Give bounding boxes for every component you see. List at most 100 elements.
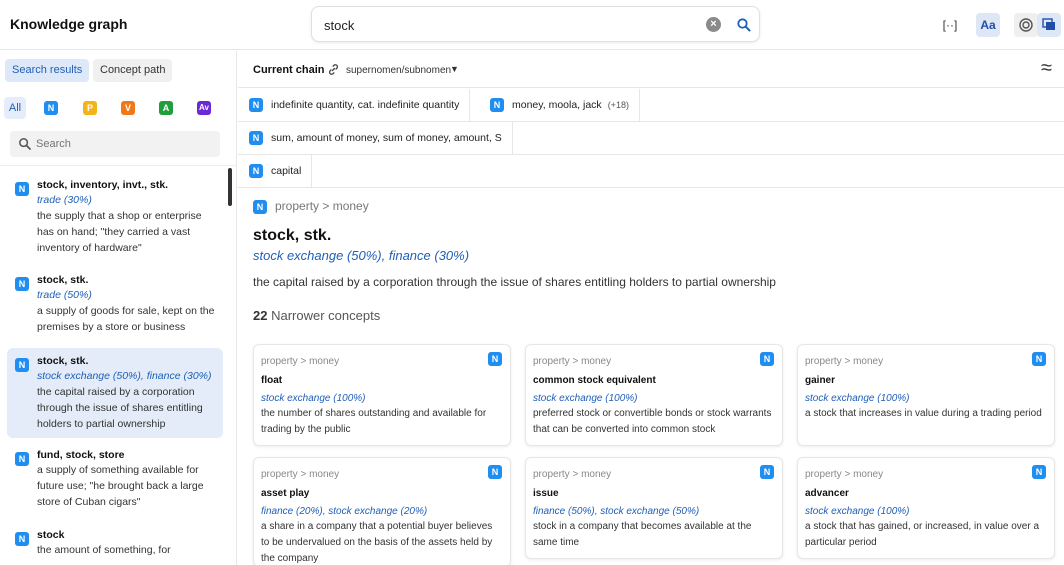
sidebar-search-input[interactable] <box>36 136 206 152</box>
noun-tag-icon: N <box>488 352 502 366</box>
chain-row: N indefinite quantity, cat. indefinite q… <box>238 89 1064 122</box>
breadcrumb: property > money <box>275 199 369 213</box>
font-size-icon[interactable]: Aa <box>976 13 1000 37</box>
card-category: finance (50%), stock exchange (50%) <box>533 506 700 517</box>
noun-tag-icon: N <box>15 358 29 372</box>
filter-verb[interactable]: V <box>117 97 139 119</box>
card-definition: a stock that has gained, or increased, i… <box>805 521 1040 548</box>
card-definition: a stock that increases in value during a… <box>805 408 1042 419</box>
card-category: stock exchange (100%) <box>261 393 366 404</box>
card-category: stock exchange (100%) <box>533 393 638 404</box>
narrower-count: 22 <box>253 308 268 323</box>
chip-more-count: (+18) <box>607 100 629 110</box>
adjective-tag-icon: A <box>159 101 173 116</box>
narrower-card[interactable]: N property > money float stock exchange … <box>253 344 511 446</box>
card-title: float <box>261 375 283 386</box>
tab-search-results[interactable]: Search results <box>5 59 90 82</box>
narrower-heading: 22 Narrower concepts <box>253 308 380 323</box>
filter-noun[interactable]: N <box>40 97 62 119</box>
card-category: stock exchange (100%) <box>805 393 910 404</box>
result-definition: a supply of something available for futu… <box>37 464 204 508</box>
noun-tag-icon: N <box>249 98 263 112</box>
noun-tag-icon: N <box>760 352 774 366</box>
chip-label: sum, amount of money, sum of money, amou… <box>271 132 502 144</box>
clear-search-icon[interactable]: × <box>706 17 721 32</box>
narrower-card[interactable]: N property > money gainer stock exchange… <box>797 344 1055 446</box>
result-title: stock, stk. <box>37 274 89 286</box>
result-definition: the capital raised by a corporation thro… <box>37 386 203 430</box>
chip-label: money, moola, jack <box>512 99 602 111</box>
card-breadcrumb: property > money <box>805 469 884 480</box>
noun-tag-icon: N <box>44 101 58 116</box>
main-search-box[interactable]: × <box>311 6 760 42</box>
noun-tag-icon: N <box>253 200 267 214</box>
narrower-card[interactable]: N property > money issue finance (50%), … <box>525 457 783 559</box>
card-title: advancer <box>805 488 849 499</box>
chain-chip[interactable]: N money, moola, jack (+18) <box>479 89 640 121</box>
noun-tag-icon: N <box>760 465 774 479</box>
link-icon[interactable] <box>327 63 340 76</box>
filter-adverb[interactable]: Av <box>193 97 215 119</box>
card-title: issue <box>533 488 559 499</box>
result-title: stock, inventory, invt., stk. <box>37 179 169 191</box>
verb-tag-icon: V <box>121 101 135 116</box>
narrower-card[interactable]: N property > money asset play finance (2… <box>253 457 511 565</box>
narrower-label: Narrower concepts <box>271 308 381 323</box>
narrower-card[interactable]: N property > money advancer stock exchan… <box>797 457 1055 559</box>
noun-tag-icon: N <box>249 164 263 178</box>
concept-definition: the capital raised by a corporation thro… <box>253 275 776 289</box>
card-breadcrumb: property > money <box>261 356 340 367</box>
chip-label: indefinite quantity, cat. indefinite qua… <box>271 99 460 111</box>
chain-chip[interactable]: N indefinite quantity, cat. indefinite q… <box>238 89 471 121</box>
result-definition: the amount of something, for <box>37 544 171 556</box>
search-icon[interactable] <box>736 17 752 33</box>
card-breadcrumb: property > money <box>805 356 884 367</box>
bracket-icon[interactable]: [··] <box>938 13 962 37</box>
list-item[interactable]: N fund, stock, store a supply of somethi… <box>7 442 223 516</box>
noun-tag-icon: N <box>15 277 29 291</box>
noun-tag-icon: N <box>1032 352 1046 366</box>
chain-chip[interactable]: N sum, amount of money, sum of money, am… <box>238 122 513 154</box>
result-title: stock, stk. <box>37 355 89 367</box>
concept-title: stock, stk. <box>253 227 332 244</box>
noun-tag-icon: N <box>1032 465 1046 479</box>
card-definition: the number of shares outstanding and ava… <box>261 408 487 435</box>
results-scrollbar[interactable] <box>228 168 232 206</box>
list-item[interactable]: N stock the amount of something, for <box>7 522 223 564</box>
chain-toolbar: Current chain supernomen/subnomen ▼ ≈ <box>238 51 1064 88</box>
sidebar-search-box[interactable] <box>10 131 220 157</box>
main-panel: Current chain supernomen/subnomen ▼ ≈ N … <box>238 51 1064 565</box>
result-title: fund, stock, store <box>37 449 125 461</box>
target-icon[interactable] <box>1014 13 1038 37</box>
filter-preposition[interactable]: P <box>79 97 101 119</box>
chevron-down-icon[interactable]: ▼ <box>450 64 459 74</box>
main-search-input[interactable] <box>324 15 704 35</box>
app-header: Knowledge graph × [··] Aa <box>0 0 1064 50</box>
card-title: common stock equivalent <box>533 375 656 386</box>
card-category: stock exchange (100%) <box>805 506 910 517</box>
result-category: trade (50%) <box>37 289 92 301</box>
filter-adjective[interactable]: A <box>155 97 177 119</box>
noun-tag-icon: N <box>15 532 29 546</box>
layers-icon[interactable] <box>1037 13 1061 37</box>
approx-icon[interactable]: ≈ <box>1041 57 1052 80</box>
narrower-card[interactable]: N property > money common stock equivale… <box>525 344 783 446</box>
result-category: stock exchange (50%), finance (30%) <box>37 370 212 382</box>
chain-row: N capital <box>238 155 1064 188</box>
list-item[interactable]: N stock, stk. trade (50%) a supply of go… <box>7 267 223 341</box>
adverb-tag-icon: Av <box>197 101 211 116</box>
list-item-selected[interactable]: N stock, stk. stock exchange (50%), fina… <box>7 348 223 438</box>
tab-concept-path[interactable]: Concept path <box>93 59 173 82</box>
search-results-list: N stock, inventory, invt., stk. trade (3… <box>0 165 237 565</box>
card-breadcrumb: property > money <box>533 469 612 480</box>
concept-category: stock exchange (50%), finance (30%) <box>253 248 470 263</box>
noun-tag-icon: N <box>249 131 263 145</box>
chain-chip[interactable]: N capital <box>238 155 313 187</box>
list-item[interactable]: N stock, inventory, invt., stk. trade (3… <box>7 172 223 262</box>
filter-all[interactable]: All <box>4 97 26 119</box>
chain-label: Current chain <box>253 64 325 76</box>
chip-label: capital <box>271 165 302 177</box>
card-title: gainer <box>805 375 836 386</box>
card-title: asset play <box>261 488 310 499</box>
chain-type-select[interactable]: supernomen/subnomen <box>346 65 451 76</box>
